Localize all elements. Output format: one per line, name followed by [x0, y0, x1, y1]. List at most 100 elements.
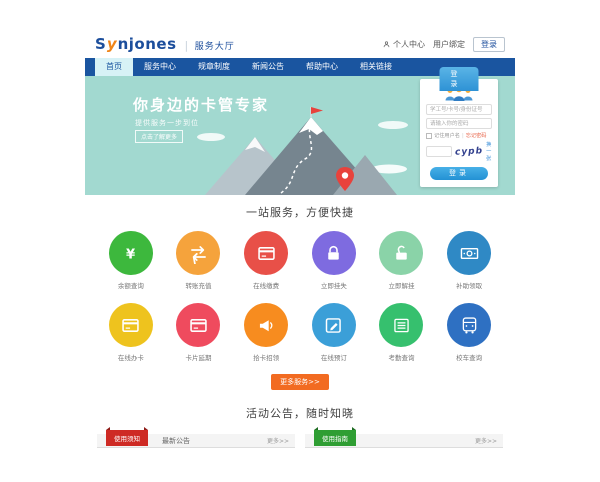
- card-icon: [120, 315, 141, 336]
- login-submit-button[interactable]: 登录: [430, 167, 488, 180]
- hero-subtitle: 提供服务一步到位: [135, 118, 199, 128]
- more-services-button[interactable]: 更多服务>>: [271, 374, 329, 390]
- nav-item-0[interactable]: 首页: [95, 58, 133, 76]
- header-right: 个人中心 用户绑定 登录: [382, 37, 505, 52]
- yen-icon: [120, 243, 141, 264]
- service-circle[interactable]: [176, 231, 220, 275]
- service-label: 拾卡招领: [232, 352, 300, 362]
- service-label: 补助领取: [435, 280, 503, 290]
- service-item-0[interactable]: 余额查询: [97, 231, 165, 290]
- service-item-10[interactable]: 考勤查询: [368, 303, 436, 362]
- personal-center-link[interactable]: 个人中心: [382, 39, 425, 50]
- captcha-image: cypb: [455, 146, 484, 157]
- header: Synjones | 服务大厅 个人中心 用户绑定 登录: [85, 30, 515, 58]
- card-icon: [256, 243, 277, 264]
- password-input[interactable]: [426, 118, 492, 129]
- edit-icon: [323, 315, 344, 336]
- footer-space: [85, 448, 515, 482]
- user-bind-link[interactable]: 用户绑定: [433, 39, 465, 50]
- service-item-3[interactable]: 立即挂失: [300, 231, 368, 290]
- announcement-col-right: 使用指南 更多>>: [305, 434, 503, 448]
- logo-divider: |: [185, 39, 189, 52]
- left-tabbar: 使用须知 最新公告 更多>>: [97, 434, 295, 448]
- tab-user-guide[interactable]: 使用指南: [314, 430, 356, 446]
- service-item-1[interactable]: 转账充值: [165, 231, 233, 290]
- services-section: 一站服务，方便快捷 余额查询转账充值在线缴费立即挂失立即解挂补助领取在线办卡卡片…: [85, 195, 515, 390]
- bus-icon: [459, 315, 480, 336]
- service-circle[interactable]: [244, 303, 288, 347]
- service-circle[interactable]: [176, 303, 220, 347]
- nav-item-3[interactable]: 新闻公告: [241, 58, 295, 76]
- service-circle[interactable]: [379, 231, 423, 275]
- nav-item-1[interactable]: 服务中心: [133, 58, 187, 76]
- captcha-refresh-link[interactable]: 换一张: [486, 141, 492, 162]
- header-login-button[interactable]: 登录: [473, 37, 505, 52]
- unlock-icon: [391, 243, 412, 264]
- announcements-title: 活动公告，随时知晓: [85, 405, 515, 421]
- user-bind-label: 用户绑定: [433, 39, 465, 50]
- username-input[interactable]: [426, 104, 492, 115]
- nav-item-4[interactable]: 帮助中心: [295, 58, 349, 76]
- nav-item-2[interactable]: 规章制度: [187, 58, 241, 76]
- logo-part2: njones: [118, 35, 177, 53]
- services-title: 一站服务，方便快捷: [85, 204, 515, 220]
- tab-latest-announcements[interactable]: 最新公告: [162, 436, 190, 446]
- service-circle[interactable]: [109, 231, 153, 275]
- service-item-6[interactable]: 在线办卡: [97, 303, 165, 362]
- tab-usage-notice[interactable]: 使用须知: [106, 430, 148, 446]
- service-item-8[interactable]: 拾卡招领: [232, 303, 300, 362]
- megaphone-icon: [256, 315, 277, 336]
- announcement-columns: 使用须知 最新公告 更多>> 使用指南 更多>>: [85, 434, 515, 448]
- user-icon: [382, 40, 391, 49]
- logo-part1: S: [95, 35, 106, 53]
- service-label: 转账充值: [165, 280, 233, 290]
- login-tab[interactable]: 登录: [440, 67, 479, 91]
- remember-row: 记住用户名 | 忘记密码: [426, 132, 492, 139]
- service-label: 在线预订: [300, 352, 368, 362]
- service-label: 余额查询: [97, 280, 165, 290]
- lock-icon: [323, 243, 344, 264]
- logo-caption: 服务大厅: [195, 39, 235, 52]
- service-item-2[interactable]: 在线缴费: [232, 231, 300, 290]
- hero-banner: 你身边的卡管专家 提供服务一步到位 点击了解更多 登录: [85, 76, 515, 195]
- service-label: 卡片延期: [165, 352, 233, 362]
- service-circle[interactable]: [244, 231, 288, 275]
- banknote-icon: [459, 243, 480, 264]
- right-more-link[interactable]: 更多>>: [475, 436, 497, 445]
- announcement-col-left: 使用须知 最新公告 更多>>: [97, 434, 295, 448]
- remember-divider: |: [462, 133, 464, 139]
- service-label: 校车查询: [435, 352, 503, 362]
- service-item-9[interactable]: 在线预订: [300, 303, 368, 362]
- service-item-5[interactable]: 补助领取: [435, 231, 503, 290]
- nav-item-5[interactable]: 相关链接: [349, 58, 403, 76]
- service-circle[interactable]: [109, 303, 153, 347]
- service-circle[interactable]: [312, 231, 356, 275]
- service-circle[interactable]: [447, 303, 491, 347]
- service-circle[interactable]: [379, 303, 423, 347]
- left-more-link[interactable]: 更多>>: [267, 436, 289, 445]
- logo-accent: y: [107, 35, 117, 53]
- service-label: 在线缴费: [232, 280, 300, 290]
- service-item-7[interactable]: 卡片延期: [165, 303, 233, 362]
- service-label: 在线办卡: [97, 352, 165, 362]
- service-label: 立即挂失: [300, 280, 368, 290]
- mountain-illustration: [193, 107, 411, 195]
- service-item-11[interactable]: 校车查询: [435, 303, 503, 362]
- announcements-section: 活动公告，随时知晓 使用须知 最新公告 更多>> 使用指南 更多>>: [85, 390, 515, 448]
- hero-cta-button[interactable]: 点击了解更多: [135, 130, 183, 143]
- forgot-password-link[interactable]: 忘记密码: [466, 132, 487, 139]
- remember-checkbox[interactable]: [426, 133, 432, 139]
- right-tabbar: 使用指南 更多>>: [305, 434, 503, 448]
- service-item-4[interactable]: 立即解挂: [368, 231, 436, 290]
- remember-label: 记住用户名: [434, 132, 460, 139]
- login-panel: 登录 记住用户名 | 忘记密码 cypb 换一张 登: [420, 79, 498, 187]
- service-label: 立即解挂: [368, 280, 436, 290]
- transfer-icon: [188, 243, 209, 264]
- services-grid: 余额查询转账充值在线缴费立即挂失立即解挂补助领取在线办卡卡片延期拾卡招领在线预订…: [85, 231, 515, 362]
- service-circle[interactable]: [312, 303, 356, 347]
- captcha-row: cypb 换一张: [426, 141, 492, 162]
- list-icon: [391, 315, 412, 336]
- captcha-input[interactable]: [426, 146, 452, 157]
- service-circle[interactable]: [447, 231, 491, 275]
- page: Synjones | 服务大厅 个人中心 用户绑定 登录 首页服务中心规章制度新…: [85, 30, 515, 482]
